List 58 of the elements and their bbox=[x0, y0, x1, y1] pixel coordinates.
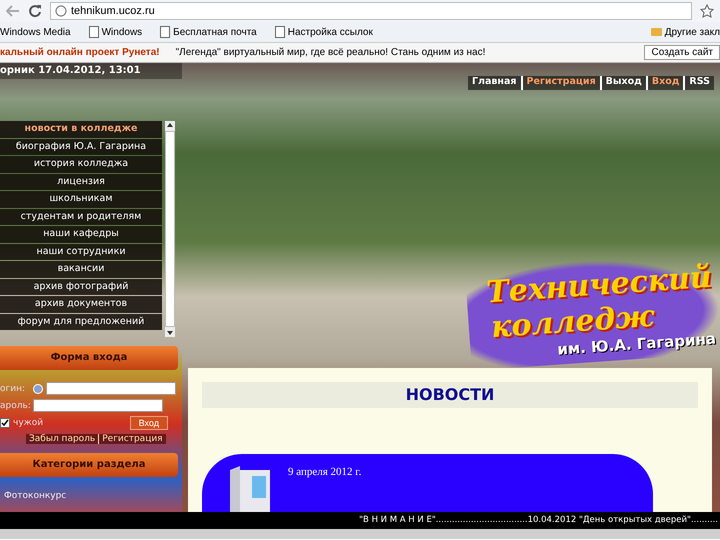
panel-header: Категории раздела bbox=[0, 453, 178, 477]
menu-item[interactable]: архив фотографий bbox=[0, 278, 162, 295]
panel-header: Форма входа bbox=[0, 346, 178, 370]
bookmark[interactable]: Windows bbox=[88, 26, 142, 38]
nav-link[interactable]: Главная bbox=[468, 76, 520, 90]
menu-item[interactable]: наши кафедры bbox=[0, 226, 162, 242]
bookmark-label: Windows bbox=[102, 26, 142, 38]
open-door-icon bbox=[230, 466, 270, 512]
scroll-down-icon[interactable] bbox=[165, 329, 175, 337]
menu-item[interactable]: новости в колледже bbox=[0, 121, 162, 138]
menu-item[interactable]: форум для предложений bbox=[0, 314, 162, 330]
menu-item[interactable]: биография Ю.А. Гагарина bbox=[0, 138, 162, 155]
nav-link[interactable]: Выход bbox=[600, 76, 646, 90]
promo-link[interactable]: кальный онлайн проект Рунета! bbox=[0, 47, 160, 58]
link[interactable]: Забыл пароль bbox=[26, 434, 98, 444]
address-bar[interactable]: tehnikum.ucoz.ru bbox=[50, 2, 692, 20]
menu-item[interactable]: лицензия bbox=[0, 174, 162, 190]
menu-item[interactable]: вакансии bbox=[0, 261, 162, 278]
bookmark-label: Настройка ссылок bbox=[288, 26, 373, 38]
section-title: НОВОСТИ bbox=[202, 382, 698, 408]
scrollbar[interactable] bbox=[165, 121, 175, 337]
menu-item[interactable]: история колледжа bbox=[0, 156, 162, 172]
bookmark[interactable]: Windows Media bbox=[0, 26, 71, 38]
bookmark-label: Другие закл bbox=[664, 26, 720, 38]
password-field[interactable] bbox=[33, 399, 163, 412]
date-time: орник 17.04.2012, 13:01 bbox=[0, 63, 182, 79]
bookmark[interactable]: Бесплатная почта bbox=[160, 26, 257, 38]
link[interactable]: Регистрация bbox=[98, 434, 166, 444]
nav-link[interactable]: Вход bbox=[646, 76, 684, 90]
login-field[interactable] bbox=[46, 382, 176, 395]
field-label: огин: bbox=[0, 384, 26, 394]
checkbox[interactable] bbox=[0, 418, 10, 428]
folder-icon bbox=[650, 28, 662, 36]
bookmark-label: Бесплатная почта bbox=[173, 26, 257, 38]
field-label: ароль: bbox=[0, 400, 30, 410]
nav-link[interactable]: RSS bbox=[683, 76, 714, 90]
bookmark[interactable]: Настройка ссылок bbox=[274, 26, 373, 38]
menu-item[interactable]: архив документов bbox=[0, 296, 162, 312]
page-icon bbox=[160, 26, 170, 38]
bookmark[interactable]: Другие закл bbox=[650, 26, 720, 38]
create-site-button[interactable]: Создать сайт bbox=[644, 45, 720, 60]
category-link[interactable]: Фотоконкурс bbox=[4, 491, 182, 501]
nav-link[interactable]: Регистрация bbox=[520, 76, 600, 90]
login-button[interactable]: Вход bbox=[130, 416, 168, 430]
url-text: tehnikum.ucoz.ru bbox=[71, 5, 155, 17]
menu-item[interactable]: школьникам bbox=[0, 191, 162, 208]
reload-icon[interactable] bbox=[28, 4, 42, 18]
checkbox-label: чужой bbox=[13, 418, 44, 428]
menu-item[interactable]: студентам и родителям bbox=[0, 208, 162, 225]
star-icon[interactable] bbox=[700, 4, 714, 18]
openid-icon bbox=[33, 384, 43, 394]
news-date: 9 апреля 2012 г. bbox=[288, 466, 362, 478]
page-icon bbox=[274, 26, 285, 38]
page-icon bbox=[88, 26, 99, 38]
promo-message[interactable]: "Легенда" виртуальный мир, где всё реально! Стань одним из нас! bbox=[176, 47, 486, 58]
news-ticker: "В Н И М А Н И Е"..................................10.04.2012 "День открытых дверей".......... bbox=[0, 512, 720, 529]
scroll-up-icon[interactable] bbox=[165, 121, 175, 129]
menu-item[interactable]: наши сотрудники bbox=[0, 244, 162, 260]
